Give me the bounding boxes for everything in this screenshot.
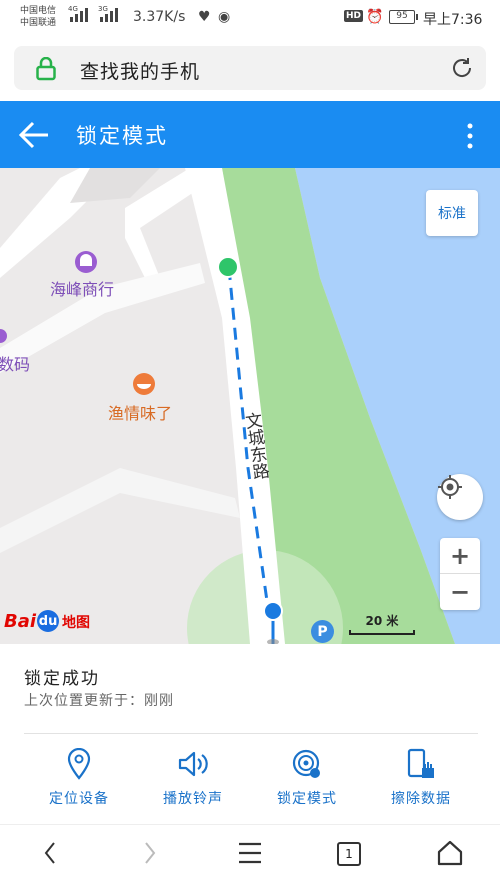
action-bar: 定位设备 播放铃声 锁定模式 擦除数据 — [0, 746, 500, 822]
carrier-labels: 中国电信 中国联通 — [20, 6, 57, 28]
divider — [24, 733, 478, 734]
parking-icon: P — [311, 620, 334, 643]
refresh-icon[interactable] — [450, 56, 474, 80]
clock: 早上7:36 — [423, 12, 483, 28]
locate-icon — [438, 475, 462, 499]
heart-icon: ♥ — [198, 9, 211, 25]
nav-back-icon[interactable] — [42, 839, 58, 867]
home-icon[interactable] — [436, 839, 464, 867]
signal-icon: 4G — [68, 5, 88, 22]
location-pin-icon — [67, 748, 91, 780]
tabs-button[interactable]: 1 — [337, 842, 361, 866]
network-speed: 3.37K/s — [133, 9, 186, 25]
poi-label[interactable]: 数码 — [0, 351, 30, 375]
lock-mode-button[interactable]: 锁定模式 — [252, 746, 362, 816]
poi-label[interactable]: 渔情味了 — [108, 400, 172, 424]
back-arrow-icon[interactable] — [18, 120, 50, 150]
app-header: 锁定模式 — [0, 101, 500, 168]
last-update-text: 上次位置更新于：刚刚 — [24, 693, 174, 709]
map-view[interactable]: 海峰商行 数码 渔情味了 文城东路 标准 + − 20 米 P Bai du 地… — [0, 168, 500, 644]
more-options-icon[interactable] — [466, 123, 474, 149]
bottom-nav: 1 — [0, 824, 500, 889]
battery-icon: 95 — [389, 10, 418, 24]
zoom-in-button[interactable]: + — [440, 538, 480, 574]
lock-icon — [36, 57, 56, 81]
erase-data-button[interactable]: 擦除数据 — [366, 746, 476, 816]
baidu-logo: Bai du 地图 — [4, 610, 91, 632]
erase-icon — [407, 748, 434, 778]
signal-icon-2: 3G — [98, 5, 118, 22]
speaker-icon — [178, 751, 208, 777]
my-location-button[interactable] — [437, 474, 483, 520]
page-title: 锁定模式 — [76, 124, 168, 148]
status-bar: 中国电信 中国联通 4G 3G 3.37K/s ♥ ◉ HD ⏰ 95 早上7:… — [0, 0, 500, 36]
zoom-out-button[interactable]: − — [440, 574, 480, 610]
map-type-button[interactable]: 标准 — [426, 190, 478, 236]
pulse-icon: ◉ — [218, 9, 231, 25]
nav-forward-icon[interactable] — [142, 839, 158, 867]
status-title: 锁定成功 — [24, 669, 100, 689]
alarm-icon: ⏰ — [366, 9, 384, 25]
url-bar[interactable]: 查找我的手机 — [14, 46, 486, 90]
url-text[interactable]: 查找我的手机 — [80, 57, 200, 84]
menu-icon[interactable] — [236, 839, 264, 867]
poi-label[interactable]: 海峰商行 — [50, 276, 114, 300]
map-scale: 20 米 — [349, 612, 415, 635]
map-canvas — [0, 168, 500, 644]
hd-icon: HD — [344, 10, 364, 22]
lock-mode-icon — [292, 749, 320, 778]
play-ringtone-button[interactable]: 播放铃声 — [138, 746, 248, 816]
zoom-controls: + − — [440, 538, 480, 610]
locate-device-button[interactable]: 定位设备 — [24, 746, 134, 816]
lock-status-panel: 锁定成功 上次位置更新于：刚刚 — [0, 644, 500, 734]
